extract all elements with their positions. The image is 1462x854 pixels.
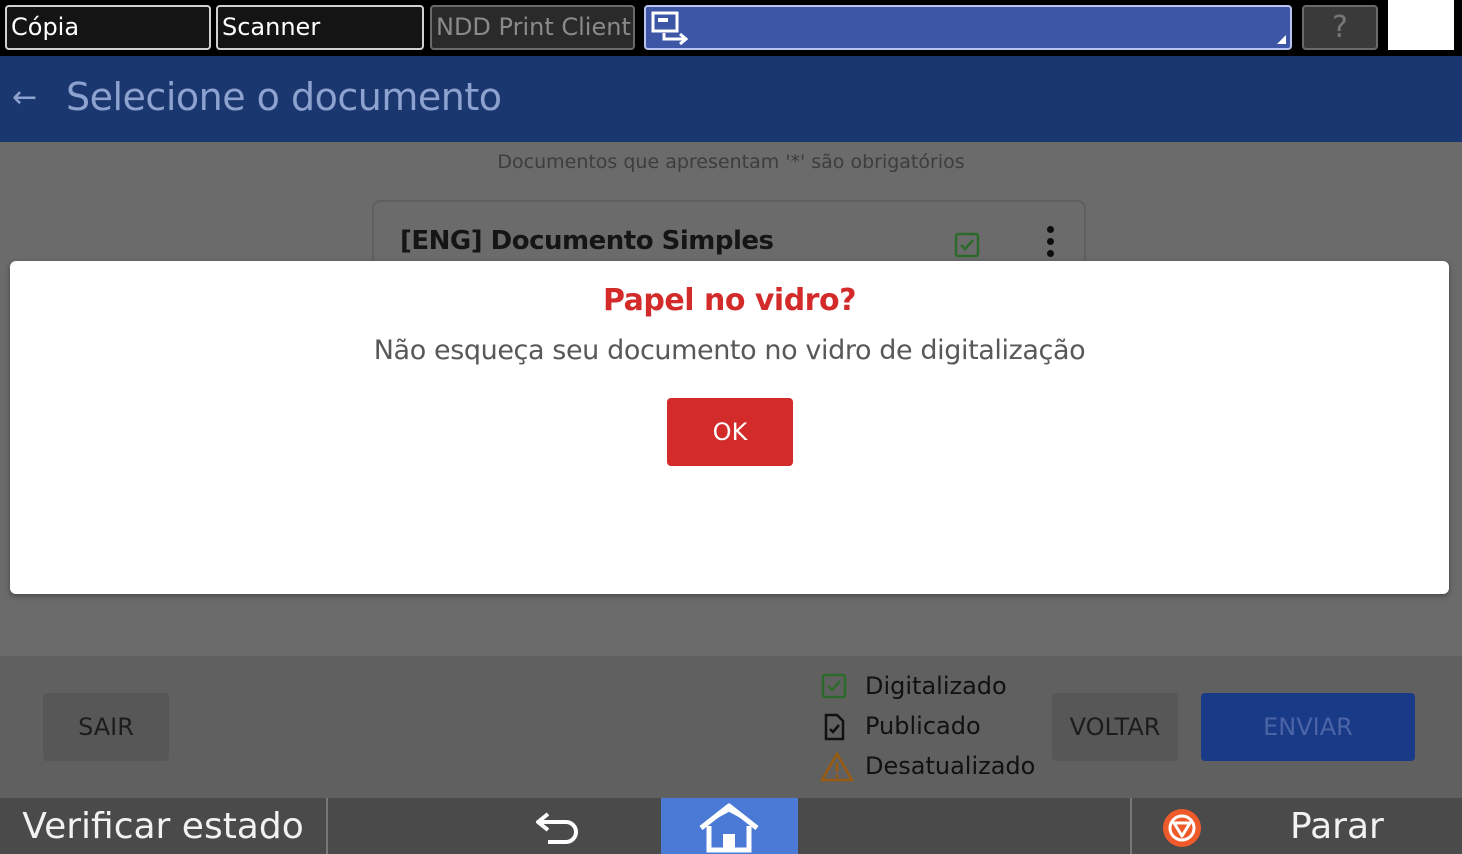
- home-button[interactable]: [661, 798, 798, 854]
- dropdown-corner-icon: [1277, 35, 1286, 44]
- page-header: ← Selecione o documento: [0, 56, 1462, 142]
- stop-label: Parar: [1290, 806, 1384, 847]
- system-back-button[interactable]: [530, 804, 586, 850]
- digitized-check-icon: [954, 232, 980, 258]
- paper-on-glass-dialog: Papel no vidro? Não esqueça seu document…: [10, 261, 1449, 594]
- more-options-icon[interactable]: [1042, 226, 1058, 262]
- legend-label-outdated: Desatualizado: [865, 752, 1036, 780]
- legend-label-published: Publicado: [865, 712, 981, 740]
- document-name: [ENG] Documento Simples: [400, 226, 774, 256]
- digitized-check-icon: [821, 673, 847, 699]
- back-arrow-icon[interactable]: ←: [12, 80, 37, 115]
- return-arrow-icon: [536, 812, 578, 844]
- tab-copia[interactable]: Cópia: [5, 5, 211, 50]
- moon-icon: [1410, 10, 1428, 43]
- outdated-warning-icon: [820, 752, 854, 782]
- dialog-title: Papel no vidro?: [602, 283, 857, 318]
- help-button[interactable]: ?: [1302, 5, 1378, 50]
- app-tab-bar: Cópia Scanner NDD Print Client ?: [0, 0, 1462, 56]
- tab-current-app[interactable]: [644, 5, 1292, 50]
- system-bar: Verificar estado Parar: [0, 798, 1462, 854]
- legend-label-digitized: Digitalizado: [865, 672, 1007, 700]
- stop-icon: [1163, 809, 1201, 847]
- required-note: Documentos que apresentam '*' são obriga…: [497, 151, 965, 173]
- stop-button[interactable]: Parar: [1130, 798, 1462, 854]
- energy-saver-button[interactable]: [1388, 0, 1454, 50]
- exit-button[interactable]: SAIR: [43, 693, 169, 761]
- tab-copia-label: Cópia: [11, 13, 80, 41]
- tab-scanner[interactable]: Scanner: [216, 5, 424, 50]
- send-button[interactable]: ENVIAR: [1201, 693, 1415, 761]
- page-title: Selecione o documento: [66, 75, 502, 119]
- home-icon: [699, 803, 759, 853]
- tab-ndd-print-client[interactable]: NDD Print Client: [430, 5, 635, 50]
- tab-ndd-print-client-label: NDD Print Client: [436, 13, 631, 41]
- help-label: ?: [1332, 10, 1348, 45]
- dialog-message: Não esqueça seu documento no vidro de di…: [373, 335, 1086, 366]
- scan-app-icon: [651, 11, 689, 45]
- tab-scanner-label: Scanner: [222, 13, 321, 41]
- action-bar: SAIR Digitalizado Publicado Desatualizad…: [0, 656, 1462, 798]
- published-document-icon: [824, 713, 845, 741]
- ok-button[interactable]: OK: [667, 398, 793, 466]
- back-button[interactable]: VOLTAR: [1052, 693, 1178, 761]
- check-status-button[interactable]: Verificar estado: [0, 798, 328, 854]
